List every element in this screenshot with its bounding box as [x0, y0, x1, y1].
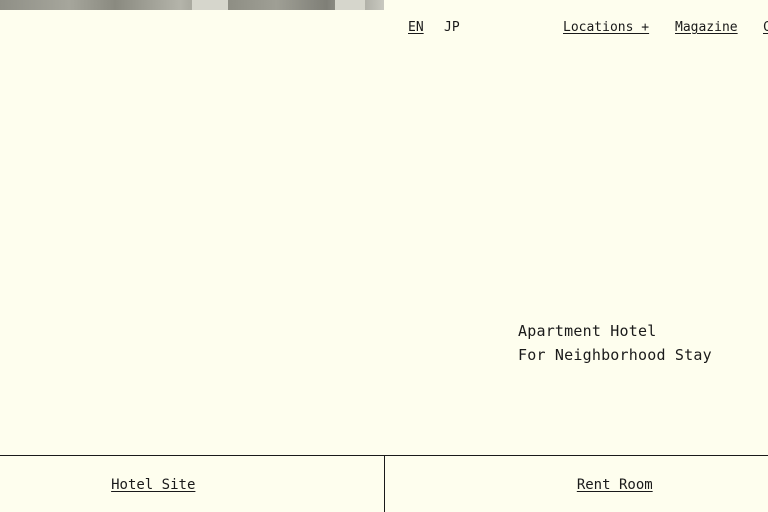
hero-image — [0, 0, 384, 10]
hero-image-highlight — [335, 0, 365, 10]
tagline-line-1: Apartment Hotel — [518, 322, 657, 340]
top-navigation: EN JP Locations + Magazine C — [0, 20, 768, 40]
rent-room-link[interactable]: Rent Room — [577, 477, 653, 493]
hero-image-highlight — [192, 0, 228, 10]
hotel-site-cell[interactable]: Hotel Site — [0, 456, 384, 512]
locations-menu-link[interactable]: Locations + — [563, 20, 649, 35]
hotel-site-link[interactable]: Hotel Site — [111, 477, 195, 493]
nav-item-truncated[interactable]: C — [763, 20, 768, 35]
rent-room-cell[interactable]: Rent Room — [383, 456, 768, 512]
page: EN JP Locations + Magazine C Apartment H… — [0, 0, 768, 512]
language-jp-link[interactable]: JP — [444, 20, 460, 35]
hero-tagline: Apartment Hotel For Neighborhood Stay — [518, 319, 712, 367]
tagline-line-2: For Neighborhood Stay — [518, 346, 712, 364]
magazine-link[interactable]: Magazine — [675, 20, 738, 35]
language-en-link[interactable]: EN — [408, 20, 424, 35]
footer-bar: Hotel Site Rent Room — [0, 455, 768, 512]
